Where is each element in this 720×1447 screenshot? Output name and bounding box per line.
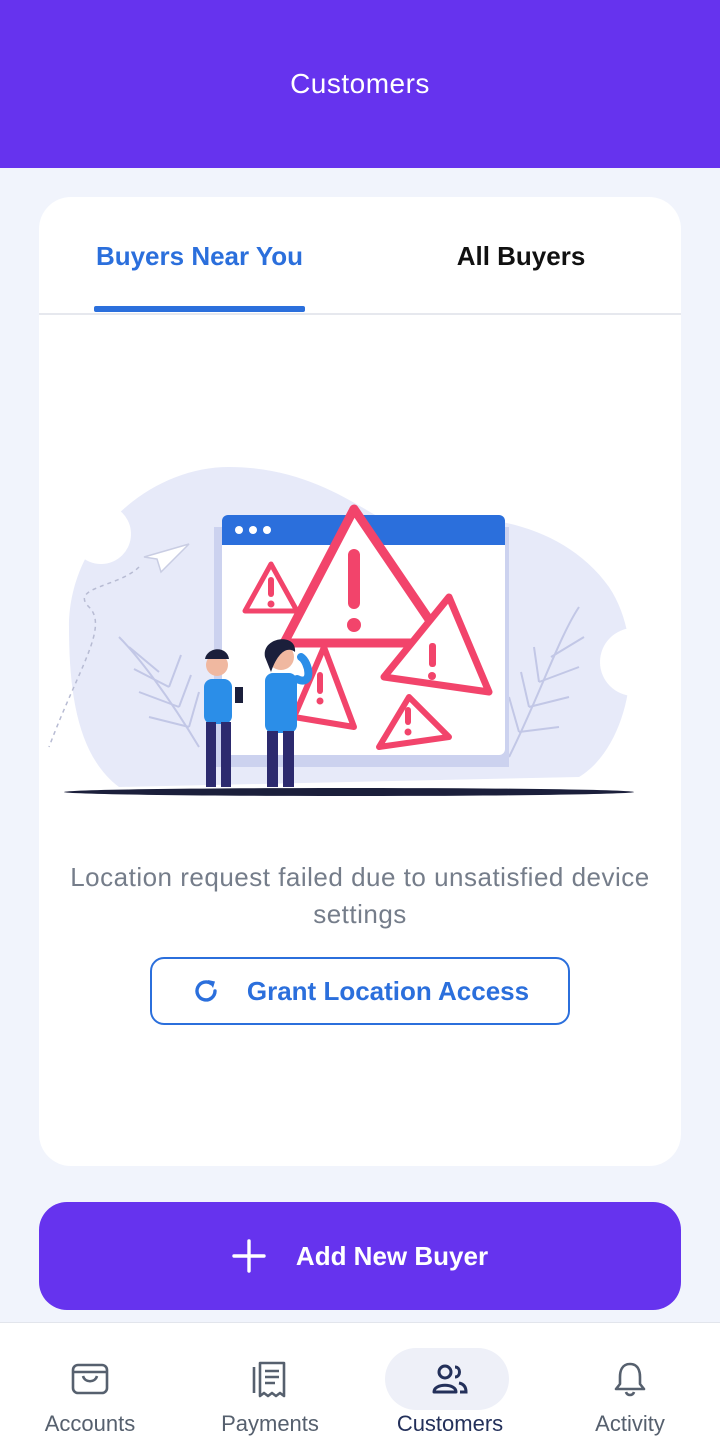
tab-all-buyers[interactable]: All Buyers bbox=[439, 197, 603, 315]
tab-label: Buyers Near You bbox=[95, 240, 304, 271]
bottom-navigation: Accounts Payments Customers Activity bbox=[0, 1322, 720, 1447]
nav-label: Customers bbox=[396, 1411, 504, 1436]
nav-item-customers[interactable]: Customers bbox=[360, 1323, 540, 1447]
location-error-message: Location request failed due to unsatisfi… bbox=[39, 859, 681, 933]
nav-item-payments[interactable]: Payments bbox=[180, 1323, 360, 1447]
wallet-icon bbox=[71, 1363, 109, 1395]
add-new-buyer-button[interactable]: Add New Buyer bbox=[39, 1202, 681, 1310]
grant-location-access-button[interactable]: Grant Location Access bbox=[150, 957, 570, 1025]
users-icon bbox=[432, 1364, 468, 1394]
app-header: Customers bbox=[0, 0, 720, 168]
nav-item-accounts[interactable]: Accounts bbox=[0, 1323, 180, 1447]
grant-button-label: Grant Location Access bbox=[246, 975, 530, 1006]
message-line-1: Location request failed due to unsatisfi… bbox=[70, 862, 650, 892]
location-error-illustration bbox=[48, 467, 668, 796]
tab-bar: Buyers Near You All Buyers bbox=[39, 197, 681, 315]
plus-icon bbox=[232, 1239, 266, 1273]
add-button-label: Add New Buyer bbox=[295, 1240, 489, 1271]
nav-item-activity[interactable]: Activity bbox=[540, 1323, 720, 1447]
nav-label: Activity bbox=[595, 1411, 665, 1436]
tab-label: All Buyers bbox=[456, 240, 586, 271]
message-line-2: settings bbox=[313, 899, 407, 929]
nav-label: Accounts bbox=[44, 1411, 136, 1436]
tab-buyers-near-you[interactable]: Buyers Near You bbox=[94, 197, 305, 315]
nav-label: Payments bbox=[221, 1411, 319, 1436]
buyers-card: Buyers Near You All Buyers Location requ… bbox=[39, 197, 681, 1166]
refresh-icon bbox=[195, 980, 217, 1002]
page-title: Customers bbox=[290, 68, 430, 99]
bell-icon bbox=[614, 1362, 646, 1397]
active-tab-indicator bbox=[94, 306, 305, 312]
receipt-icon bbox=[252, 1361, 286, 1398]
